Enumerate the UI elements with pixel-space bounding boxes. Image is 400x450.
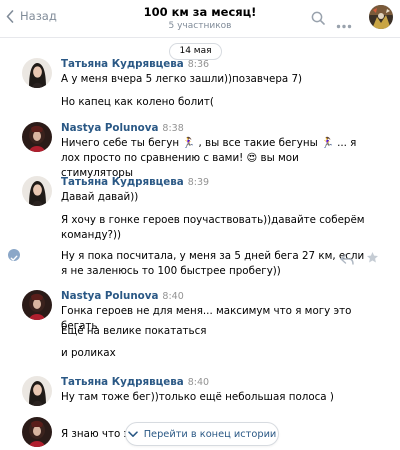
message-text: Ну я пока посчитала, у меня за 5 дней бе… <box>61 250 365 277</box>
message-text: Я хочу в гонке героев поучаствовать))дав… <box>61 214 365 241</box>
back-button[interactable]: Назад <box>6 9 57 23</box>
chevron-down-icon <box>127 430 138 437</box>
star-icon[interactable] <box>366 249 379 268</box>
more-icon[interactable] <box>336 14 352 33</box>
message-author[interactable]: Татьяна Кудрявцева 8:40 <box>61 376 209 388</box>
avatar[interactable] <box>22 290 52 320</box>
back-icon <box>6 9 14 23</box>
message-text: Давай давай)) <box>61 191 139 203</box>
message-text: Ещё на велике покататься <box>61 325 207 337</box>
message-text: Ну там тоже бег))только ещё небольшая по… <box>61 391 334 403</box>
message-text: и роликах <box>61 347 116 359</box>
message-text: Но капец как колено болит( <box>61 96 214 108</box>
message-text: Ничего себе ты бегун 🏃‍♀️ , вы все такие… <box>61 137 357 179</box>
chat-subtitle: 5 участников <box>168 21 232 31</box>
chat-title: 100 км за месяц! <box>143 5 257 19</box>
avatar[interactable] <box>22 58 52 88</box>
message-time: 8:38 <box>162 123 184 134</box>
scroll-to-end-button[interactable]: Перейти в конец истории <box>125 422 279 446</box>
chat-title-block[interactable]: 100 км за месяц! 5 участников <box>100 5 300 31</box>
avatar[interactable] <box>22 122 52 152</box>
message-author[interactable]: Nastya Polunova 8:38 <box>61 122 184 134</box>
avatar[interactable] <box>22 176 52 206</box>
message-time: 8:39 <box>187 177 210 188</box>
reply-icon[interactable] <box>340 250 354 269</box>
message-text: А у меня вчера 5 легко зашли))позавчера … <box>61 73 303 85</box>
scroll-to-end-label: Перейти в конец истории <box>143 428 277 440</box>
message-author[interactable]: Татьяна Кудрявцева 8:39 <box>61 176 209 188</box>
chat-header: Назад 100 км за месяц! 5 участников <box>0 0 400 38</box>
avatar[interactable] <box>22 417 52 447</box>
chat-avatar[interactable] <box>369 5 393 29</box>
message-author[interactable]: Nastya Polunova 8:40 <box>61 290 184 302</box>
message-time: 8:40 <box>187 377 210 388</box>
message-time: 8:40 <box>162 291 184 302</box>
message-author[interactable]: Татьяна Кудрявцева 8:36 <box>61 58 209 70</box>
back-label: Назад <box>20 9 57 23</box>
avatar[interactable] <box>22 376 52 406</box>
search-icon[interactable] <box>311 10 325 29</box>
message-time: 8:36 <box>187 59 210 70</box>
message-select-icon[interactable] <box>8 249 20 261</box>
